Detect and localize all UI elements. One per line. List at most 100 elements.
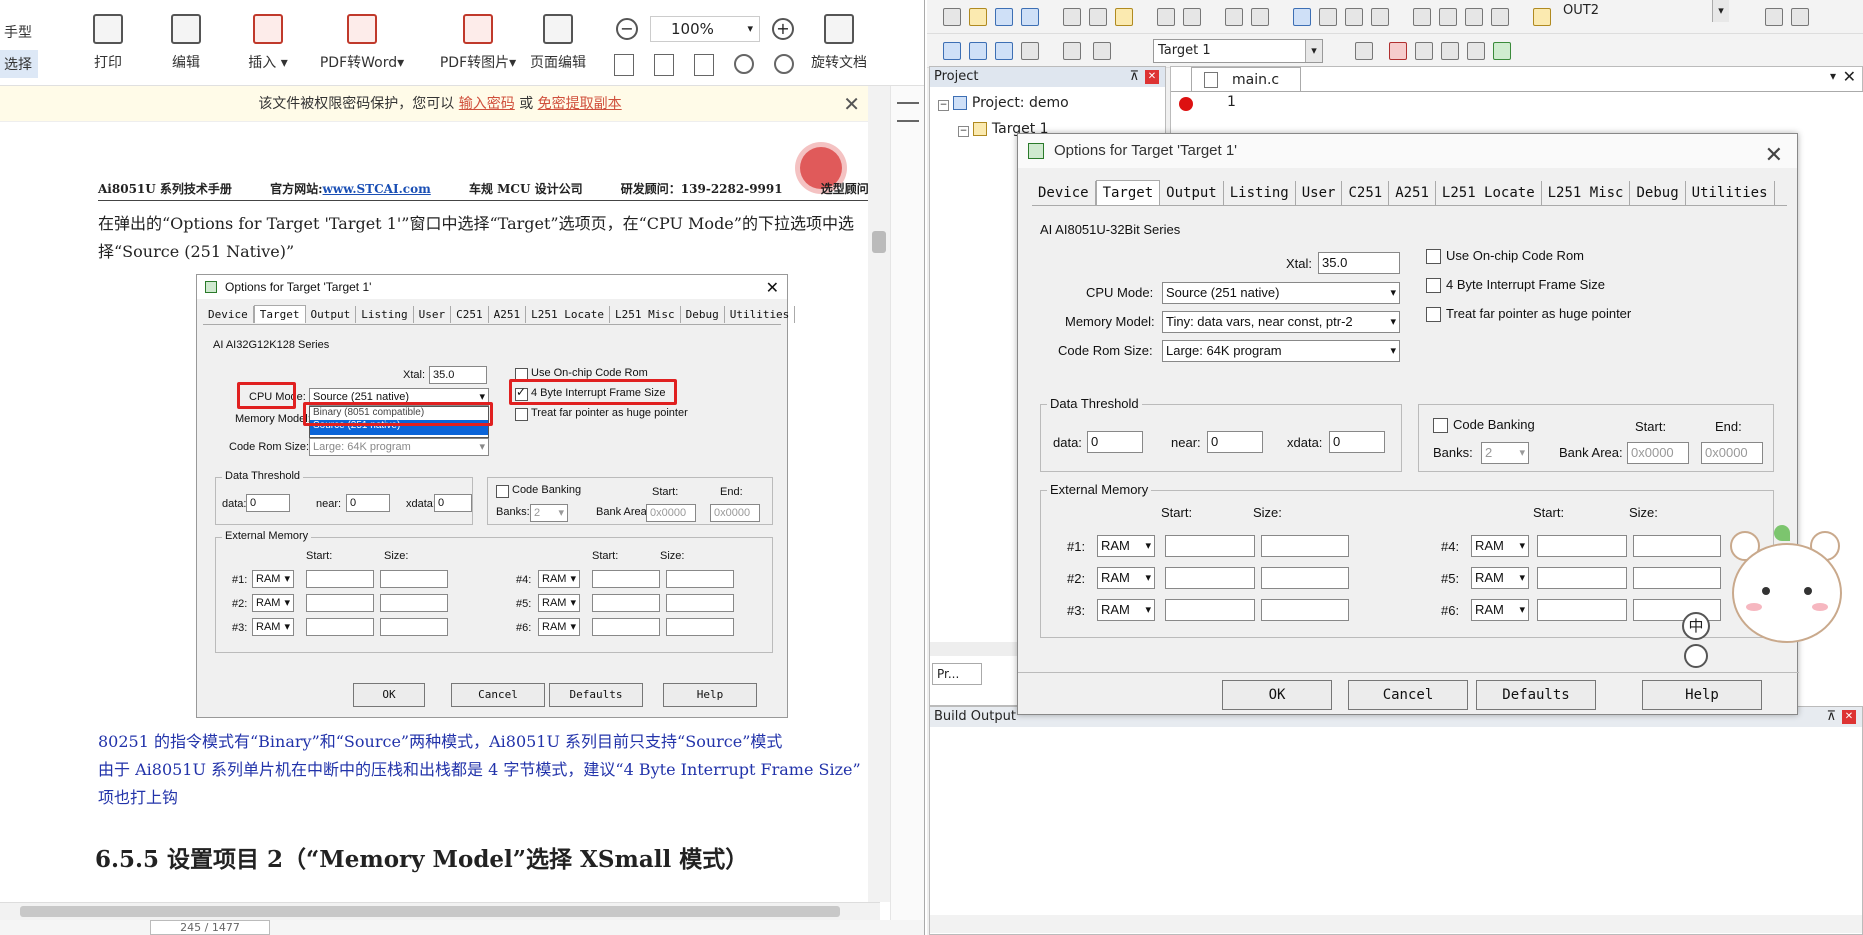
ext-row-6-start[interactable] bbox=[1537, 599, 1627, 621]
close-icon[interactable]: ✕ bbox=[843, 86, 860, 122]
stop-build-icon[interactable] bbox=[1063, 42, 1081, 60]
print-button[interactable]: 打印 bbox=[82, 14, 134, 72]
find-combo[interactable]: OUT2 bbox=[1559, 0, 1729, 24]
outdent-icon[interactable] bbox=[1439, 8, 1457, 26]
hscroll-thumb[interactable] bbox=[20, 906, 840, 917]
cut-icon[interactable] bbox=[1063, 8, 1081, 26]
tab-utilities[interactable]: Utilities bbox=[1686, 181, 1775, 205]
save-all-icon[interactable] bbox=[1021, 8, 1039, 26]
run-time-env-icon[interactable] bbox=[1493, 42, 1511, 60]
indent-icon[interactable] bbox=[1413, 8, 1431, 26]
fit-page-icon[interactable] bbox=[654, 54, 674, 76]
tab-l251-misc[interactable]: L251 Misc bbox=[1542, 181, 1631, 205]
tab-listing[interactable]: Listing bbox=[1224, 181, 1296, 205]
page-indicator[interactable]: 245 / 1477 bbox=[150, 920, 270, 935]
ext-row-3-start[interactable] bbox=[1165, 599, 1255, 621]
close-icon[interactable]: ✕ bbox=[1765, 138, 1783, 172]
near-field[interactable]: 0 bbox=[1207, 431, 1263, 453]
breakpoint-icon[interactable] bbox=[1179, 97, 1193, 111]
cancel-button[interactable]: Cancel bbox=[1348, 680, 1468, 710]
collapse-icon[interactable]: − bbox=[938, 100, 949, 111]
target-options-icon[interactable] bbox=[1355, 42, 1373, 60]
ext-row-2-size[interactable] bbox=[1261, 567, 1349, 589]
close-icon[interactable]: ✕ bbox=[1843, 67, 1856, 86]
ext-row-4-size[interactable] bbox=[1633, 535, 1721, 557]
extract-copy-link[interactable]: 免密提取副本 bbox=[538, 96, 622, 112]
bookmark-icon[interactable] bbox=[1293, 8, 1311, 26]
ext-row-4-type[interactable]: RAM bbox=[1471, 535, 1529, 557]
ext-row-1-type[interactable]: RAM bbox=[1097, 535, 1155, 557]
edit-button[interactable]: 编辑 bbox=[160, 14, 212, 72]
pdf-to-word-button[interactable]: PDF转Word▾ bbox=[312, 14, 412, 72]
ext-row-1-start[interactable] bbox=[1165, 535, 1255, 557]
data-field[interactable]: 0 bbox=[1087, 431, 1143, 453]
tab-a251[interactable]: A251 bbox=[1389, 181, 1436, 205]
rotate-right-icon[interactable] bbox=[774, 54, 794, 74]
ime-mascot-icon[interactable] bbox=[1684, 644, 1708, 668]
pin-icon[interactable]: ⊼ bbox=[1826, 707, 1836, 727]
defaults-button[interactable]: Defaults bbox=[1476, 680, 1596, 710]
ext-row-5-type[interactable]: RAM bbox=[1471, 567, 1529, 589]
ext-row-3-size[interactable] bbox=[1261, 599, 1349, 621]
memory-model-select[interactable]: Tiny: data vars, near const, ptr-2 bbox=[1162, 311, 1400, 333]
target-select[interactable]: Target 1 bbox=[1153, 39, 1323, 63]
rotate-left-icon[interactable] bbox=[734, 54, 754, 74]
ext-row-2-type[interactable]: RAM bbox=[1097, 567, 1155, 589]
rotate-doc-button[interactable]: 旋转文档 bbox=[804, 14, 874, 72]
redo-icon[interactable] bbox=[1183, 8, 1201, 26]
tab-device[interactable]: Device bbox=[1032, 181, 1096, 205]
download-icon[interactable] bbox=[1093, 42, 1111, 60]
bookmark-clear-icon[interactable] bbox=[1371, 8, 1389, 26]
search-icon[interactable] bbox=[1765, 8, 1783, 26]
ext-row-1-size[interactable] bbox=[1261, 535, 1349, 557]
paste-icon[interactable] bbox=[1115, 8, 1133, 26]
uncomment-icon[interactable] bbox=[1491, 8, 1509, 26]
select-device-icon[interactable] bbox=[1467, 42, 1485, 60]
xtal-field[interactable]: 35.0 bbox=[1318, 252, 1400, 274]
ext-row-5-start[interactable] bbox=[1537, 567, 1627, 589]
nav-forward-icon[interactable] bbox=[1251, 8, 1269, 26]
bookmark-prev-icon[interactable] bbox=[1319, 8, 1337, 26]
pack-installer-icon[interactable] bbox=[1441, 42, 1459, 60]
bookmark-next-icon[interactable] bbox=[1345, 8, 1363, 26]
settings-sliders-icon[interactable] bbox=[897, 102, 919, 122]
code-banking-checkbox[interactable]: Code Banking bbox=[1433, 417, 1535, 433]
find-in-files-icon[interactable] bbox=[1533, 8, 1551, 26]
code-rom-select[interactable]: Large: 64K program bbox=[1162, 340, 1400, 362]
tab-l251-locate[interactable]: L251 Locate bbox=[1436, 181, 1542, 205]
onchip-rom-checkbox[interactable]: Use On-chip Code Rom bbox=[1426, 248, 1584, 264]
new-file-icon[interactable] bbox=[943, 8, 961, 26]
help-button[interactable]: Help bbox=[1642, 680, 1762, 710]
zoom-in-icon[interactable]: + bbox=[772, 18, 794, 40]
nav-back-icon[interactable] bbox=[1225, 8, 1243, 26]
select-tool[interactable]: 选择 bbox=[0, 50, 38, 78]
ext-row-2-start[interactable] bbox=[1165, 567, 1255, 589]
page-edit-button[interactable]: 页面编辑 bbox=[526, 14, 590, 72]
bank-start-field[interactable]: 0x0000 bbox=[1627, 442, 1689, 464]
interrupt-frame-checkbox[interactable]: 4 Byte Interrupt Frame Size bbox=[1426, 277, 1605, 293]
ext-row-3-type[interactable]: RAM bbox=[1097, 599, 1155, 621]
ext-row-4-start[interactable] bbox=[1537, 535, 1627, 557]
xdata-field[interactable]: 0 bbox=[1329, 431, 1385, 453]
project-tree-root[interactable]: − Project: demo bbox=[938, 95, 1069, 111]
tab-user[interactable]: User bbox=[1296, 181, 1343, 205]
comment-icon[interactable] bbox=[1465, 8, 1483, 26]
close-icon[interactable]: ✕ bbox=[1145, 70, 1159, 84]
close-icon[interactable]: ✕ bbox=[1842, 710, 1856, 724]
translate-icon[interactable] bbox=[943, 42, 961, 60]
banks-select[interactable]: 2 bbox=[1481, 442, 1529, 464]
file-extensions-icon[interactable] bbox=[1415, 42, 1433, 60]
copy-icon[interactable] bbox=[1089, 8, 1107, 26]
single-page-icon[interactable] bbox=[614, 54, 634, 76]
zoom-combo[interactable]: 100% ▾ bbox=[650, 16, 760, 42]
ext-row-5-size[interactable] bbox=[1633, 567, 1721, 589]
ok-button[interactable]: OK bbox=[1222, 680, 1332, 710]
insert-button[interactable]: 插入 ▾ bbox=[236, 14, 300, 72]
tab-debug[interactable]: Debug bbox=[1630, 181, 1686, 205]
vertical-scrollbar[interactable] bbox=[868, 86, 890, 902]
project-tab[interactable]: Pr... bbox=[932, 663, 982, 685]
tab-target[interactable]: Target bbox=[1095, 180, 1161, 205]
hand-tool[interactable]: 手型 bbox=[0, 18, 32, 46]
zoom-out-icon[interactable]: − bbox=[616, 18, 638, 40]
pdf-to-image-button[interactable]: PDF转图片▾ bbox=[426, 14, 530, 72]
